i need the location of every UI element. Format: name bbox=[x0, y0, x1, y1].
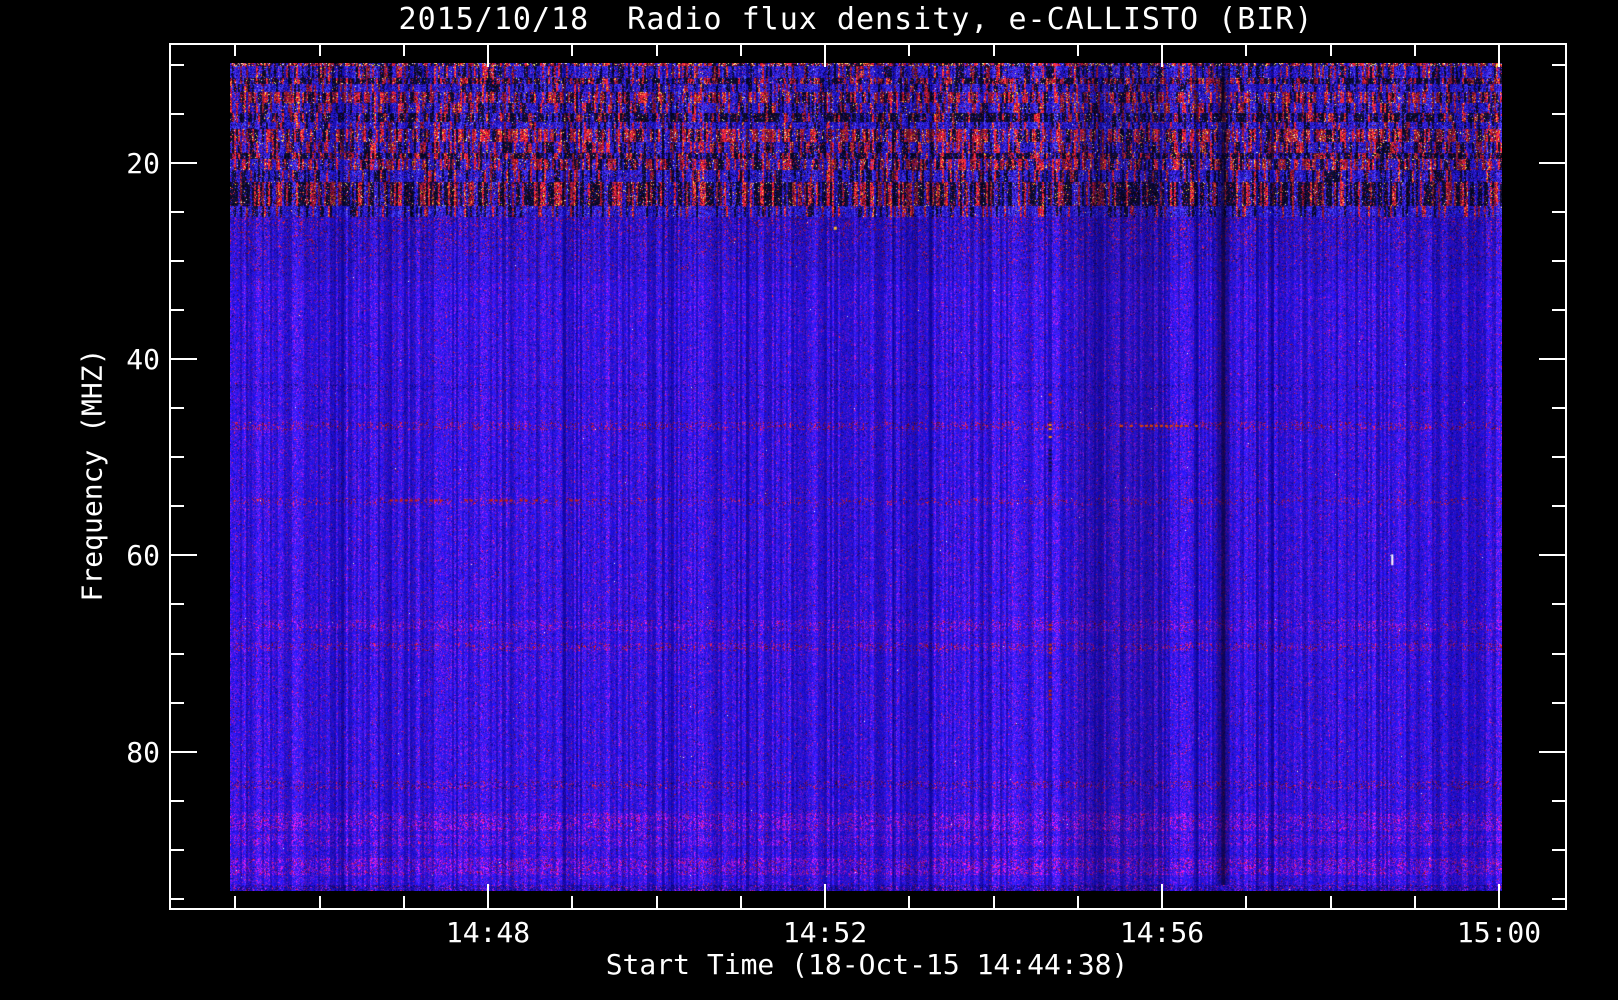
axis-tick bbox=[571, 896, 574, 908]
axis-tick bbox=[824, 45, 826, 67]
axis-tick bbox=[908, 45, 911, 56]
axis-tick bbox=[171, 799, 184, 802]
y-axis-label: Frequency (MHZ) bbox=[75, 348, 109, 602]
axis-tick bbox=[1552, 63, 1565, 66]
axis-tick bbox=[487, 884, 489, 908]
axis-tick bbox=[739, 45, 742, 56]
axis-tick bbox=[1552, 848, 1565, 851]
axis-tick bbox=[1498, 45, 1500, 67]
axis-tick bbox=[171, 407, 184, 410]
y-tick-label: 80 bbox=[126, 735, 160, 769]
axis-tick bbox=[992, 45, 995, 56]
axis-tick bbox=[1329, 896, 1332, 908]
axis-tick bbox=[1498, 884, 1500, 908]
axis-tick bbox=[1552, 652, 1565, 655]
axis-tick bbox=[1539, 750, 1565, 753]
axis-tick bbox=[1552, 603, 1565, 606]
axis-tick bbox=[171, 652, 184, 655]
axis-tick bbox=[1552, 897, 1565, 900]
axis-tick bbox=[655, 45, 658, 56]
axis-tick bbox=[487, 45, 489, 67]
axis-tick bbox=[908, 896, 911, 908]
axis-tick bbox=[171, 701, 184, 704]
axis-tick bbox=[318, 896, 321, 908]
axis-tick bbox=[655, 896, 658, 908]
spectrogram-page: 2015/10/18 Radio flux density, e-CALLIST… bbox=[0, 0, 1618, 1000]
axis-tick bbox=[739, 896, 742, 908]
x-tick-label: 14:52 bbox=[782, 916, 868, 949]
axis-tick bbox=[171, 112, 184, 115]
axis-tick bbox=[402, 45, 405, 56]
axis-tick bbox=[824, 884, 826, 908]
x-tick-label: 14:56 bbox=[1119, 916, 1205, 949]
axis-tick bbox=[171, 260, 184, 263]
axis-tick bbox=[171, 554, 197, 557]
axis-tick bbox=[1552, 701, 1565, 704]
x-tick-label: 14:48 bbox=[445, 916, 531, 949]
axis-tick bbox=[171, 897, 184, 900]
axis-tick bbox=[992, 896, 995, 908]
axis-tick bbox=[1413, 45, 1416, 56]
x-tick-label: 15:00 bbox=[1456, 916, 1542, 949]
axis-tick bbox=[1552, 407, 1565, 410]
axis-tick bbox=[1413, 896, 1416, 908]
axis-tick bbox=[318, 45, 321, 56]
axis-tick bbox=[1245, 896, 1248, 908]
axis-tick bbox=[1076, 896, 1079, 908]
axis-tick bbox=[171, 358, 197, 361]
axis-tick bbox=[1539, 162, 1565, 164]
axis-tick bbox=[171, 309, 184, 312]
axis-tick bbox=[1539, 554, 1565, 557]
axis-tick bbox=[1552, 112, 1565, 115]
y-tick-label: 20 bbox=[126, 147, 160, 180]
axis-tick bbox=[402, 896, 405, 908]
axis-tick bbox=[1552, 505, 1565, 508]
axis-tick bbox=[1552, 456, 1565, 459]
axis-tick bbox=[171, 505, 184, 508]
axis-tick bbox=[171, 603, 184, 606]
axis-tick bbox=[1552, 309, 1565, 312]
axis-tick bbox=[1552, 260, 1565, 263]
axis-tick bbox=[171, 848, 184, 851]
axis-tick bbox=[1076, 45, 1079, 56]
plot-title: 2015/10/18 Radio flux density, e-CALLIST… bbox=[398, 2, 1314, 37]
axis-tick bbox=[171, 63, 184, 66]
axis-tick bbox=[171, 162, 197, 164]
axis-tick bbox=[234, 45, 237, 56]
x-axis-label: Start Time (18-Oct-15 14:44:38) bbox=[605, 948, 1129, 981]
axis-tick bbox=[1245, 45, 1248, 56]
axis-tick bbox=[571, 45, 574, 56]
axis-tick bbox=[171, 456, 184, 459]
axis-tick bbox=[171, 211, 184, 214]
axis-tick bbox=[1539, 358, 1565, 361]
axis-tick bbox=[1552, 211, 1565, 214]
axis-tick bbox=[1161, 45, 1163, 67]
axis-tick bbox=[1329, 45, 1332, 56]
axis-tick bbox=[1161, 884, 1163, 908]
axis-tick bbox=[171, 750, 197, 753]
spectrogram-image bbox=[230, 63, 1502, 891]
axis-tick bbox=[1552, 799, 1565, 802]
axis-tick bbox=[234, 896, 237, 908]
